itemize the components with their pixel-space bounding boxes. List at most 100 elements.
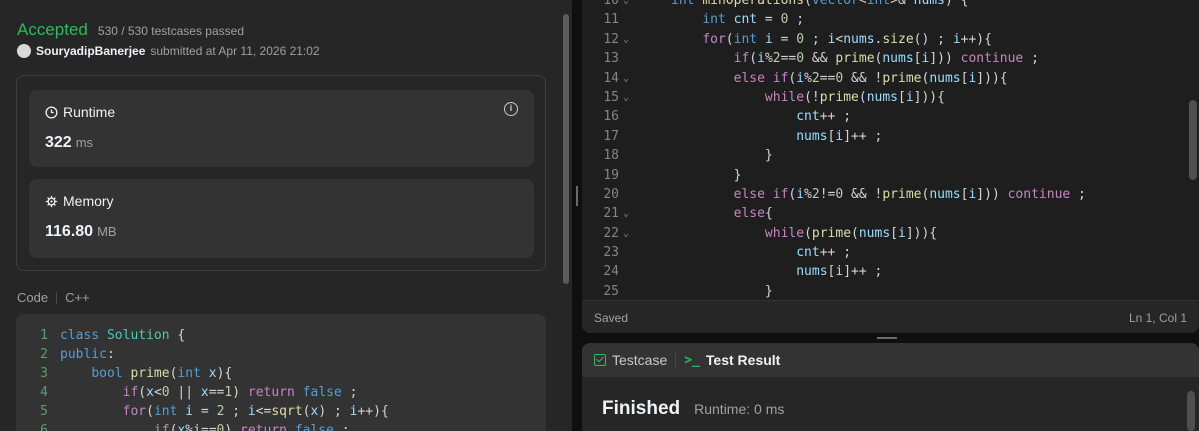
fold-chevron-icon <box>619 185 633 204</box>
code-text: if(x<0 || x==1) return false ; <box>122 385 358 400</box>
tab-testcase[interactable]: Testcase <box>594 352 667 368</box>
tab-separator <box>675 353 677 367</box>
code-line: 3 bool prime(int x){ <box>16 364 389 383</box>
fold-chevron-icon <box>619 10 633 29</box>
code-text: else if(i%2!=0 && !prime(nums[i])) conti… <box>733 186 1086 202</box>
result-runtime: Runtime: 0 ms <box>694 401 785 417</box>
line-number: 6 <box>40 423 48 431</box>
fold-chevron-icon[interactable]: ⌄ <box>619 0 633 10</box>
editor-line[interactable]: 12 ⌄ for(int i = 0 ; i<nums.size() ; i++)… <box>582 30 1086 49</box>
line-number: 1 <box>40 328 48 343</box>
line-number: 25 <box>603 283 619 299</box>
memory-label: Memory <box>63 193 114 209</box>
tab-test-result[interactable]: >_ Test Result <box>684 352 780 368</box>
saved-status: Saved <box>594 311 629 325</box>
submitted-code-lines: 1 class Solution {2 public: 3 bool prime(in… <box>16 326 389 431</box>
code-text: for(int i = 2 ; i<=sqrt(x) ; i++){ <box>122 404 389 419</box>
vertical-resize-handle[interactable] <box>576 186 578 206</box>
fold-chevron-icon[interactable]: ⌄ <box>619 88 633 107</box>
fold-chevron-icon[interactable]: ⌄ <box>619 204 633 223</box>
avatar[interactable] <box>17 44 31 58</box>
code-text: nums[i]++ ; <box>796 128 883 144</box>
editor-line[interactable]: 17 nums[i]++ ; <box>582 127 1086 146</box>
line-number: 17 <box>603 128 619 144</box>
language-label: C++ <box>65 290 90 305</box>
line-number: 15 <box>603 89 619 105</box>
line-number: 16 <box>603 109 619 125</box>
editor-line[interactable]: 24 nums[i]++ ; <box>582 262 1086 281</box>
editor-line[interactable]: 23 cnt++ ; <box>582 243 1086 262</box>
line-number: 5 <box>40 404 48 419</box>
code-text: } <box>671 167 742 183</box>
info-icon[interactable]: i <box>504 102 518 116</box>
testcases-passed: 530 / 530 testcases passed <box>97 24 244 38</box>
fold-chevron-icon <box>619 146 633 165</box>
code-text: public: <box>60 347 115 362</box>
runtime-card[interactable]: Runtime 322 ms i <box>29 90 534 167</box>
code-text: if(x%i==0) return false ; <box>153 423 350 431</box>
code-label: Code <box>17 290 49 305</box>
editor-line[interactable]: 21 ⌄ else{ <box>582 204 1086 223</box>
line-number: 13 <box>603 51 619 67</box>
line-number: 12 <box>603 31 619 47</box>
line-number: 23 <box>603 245 619 261</box>
code-text: while(!prime(nums[i])){ <box>764 89 945 105</box>
code-text: class Solution { <box>60 328 186 343</box>
stats-box: Runtime 322 ms i Memory 116.80 MB <box>16 75 546 271</box>
code-text: int cnt = 0 ; <box>702 12 805 28</box>
left-scrollbar[interactable] <box>563 14 569 284</box>
memory-unit: MB <box>97 224 117 239</box>
editor-line[interactable]: 10 ⌄ int minOperations(vector<int>& nums) … <box>582 0 1086 10</box>
editor-line[interactable]: 11 int cnt = 0 ; <box>582 10 1086 29</box>
runtime-unit: ms <box>75 135 94 150</box>
vertical-divider[interactable] <box>572 0 582 431</box>
fold-chevron-icon[interactable]: ⌄ <box>619 69 633 88</box>
code-text: nums[i]++ ; <box>796 264 883 280</box>
tab-separator <box>56 291 58 304</box>
memory-label-row: Memory <box>45 193 114 209</box>
result-scrollbar[interactable] <box>1187 391 1195 431</box>
gear-icon <box>45 195 58 207</box>
cursor-position: Ln 1, Col 1 <box>1128 311 1187 325</box>
fold-chevron-icon <box>619 107 633 126</box>
fold-chevron-icon[interactable]: ⌄ <box>619 30 633 49</box>
tab-test-result-label: Test Result <box>705 352 781 368</box>
editor-line[interactable]: 25 } <box>582 282 1086 301</box>
line-number: 14 <box>603 70 619 86</box>
accepted-status: Accepted <box>17 20 88 39</box>
editor-line[interactable]: 15 ⌄ while(!prime(nums[i])){ <box>582 88 1086 107</box>
code-text: } <box>671 148 773 164</box>
username-link[interactable]: SouryadipBanerjee <box>36 44 145 58</box>
fold-chevron-icon <box>619 262 633 281</box>
horizontal-resize-handle[interactable] <box>877 337 897 339</box>
code-line: 1 class Solution { <box>16 326 389 345</box>
line-number: 4 <box>40 385 48 400</box>
code-text: else if(i%2==0 && !prime(nums[i])){ <box>733 70 1008 86</box>
editor-line[interactable]: 20 else if(i%2!=0 && !prime(nums[i])) co… <box>582 185 1086 204</box>
editor-line[interactable]: 13 if(i%2==0 && prime(nums[i])) continue… <box>582 49 1086 68</box>
submitted-code-box[interactable]: 1 class Solution {2 public: 3 bool prime(in… <box>16 314 546 431</box>
code-text: bool prime(int x){ <box>91 366 233 381</box>
memory-card[interactable]: Memory 116.80 MB <box>29 179 534 258</box>
editor-line[interactable]: 22 ⌄ while(prime(nums[i])){ <box>582 224 1086 243</box>
code-text: for(int i = 0 ; i<nums.size() ; i++){ <box>702 31 992 47</box>
code-text: cnt++ ; <box>796 245 852 261</box>
line-number: 21 <box>603 206 619 222</box>
runtime-label: Runtime <box>63 104 116 120</box>
editor-line[interactable]: 18 } <box>582 146 1086 165</box>
line-number: 24 <box>603 264 619 280</box>
fold-chevron-icon <box>619 243 633 262</box>
code-line: 6 if(x%i==0) return false ; <box>16 421 389 431</box>
code-text: else{ <box>733 206 773 222</box>
runtime-value-row: 322 ms <box>45 134 93 152</box>
fold-chevron-icon[interactable]: ⌄ <box>619 224 633 243</box>
status-row: Accepted 530 / 530 testcases passed <box>17 20 244 40</box>
editor-scrollbar[interactable] <box>1189 100 1197 180</box>
code-text: while(prime(nums[i])){ <box>764 225 938 241</box>
editor-line[interactable]: 19 } <box>582 166 1086 185</box>
editor-line[interactable]: 16 cnt++ ; <box>582 107 1086 126</box>
editor-line[interactable]: 14 ⌄ else if(i%2==0 && !prime(nums[i])){ <box>582 69 1086 88</box>
line-number: 22 <box>603 225 619 241</box>
runtime-value: 322 <box>45 134 72 151</box>
code-editor[interactable]: 10 ⌄ int minOperations(vector<int>& nums) … <box>582 0 1199 333</box>
